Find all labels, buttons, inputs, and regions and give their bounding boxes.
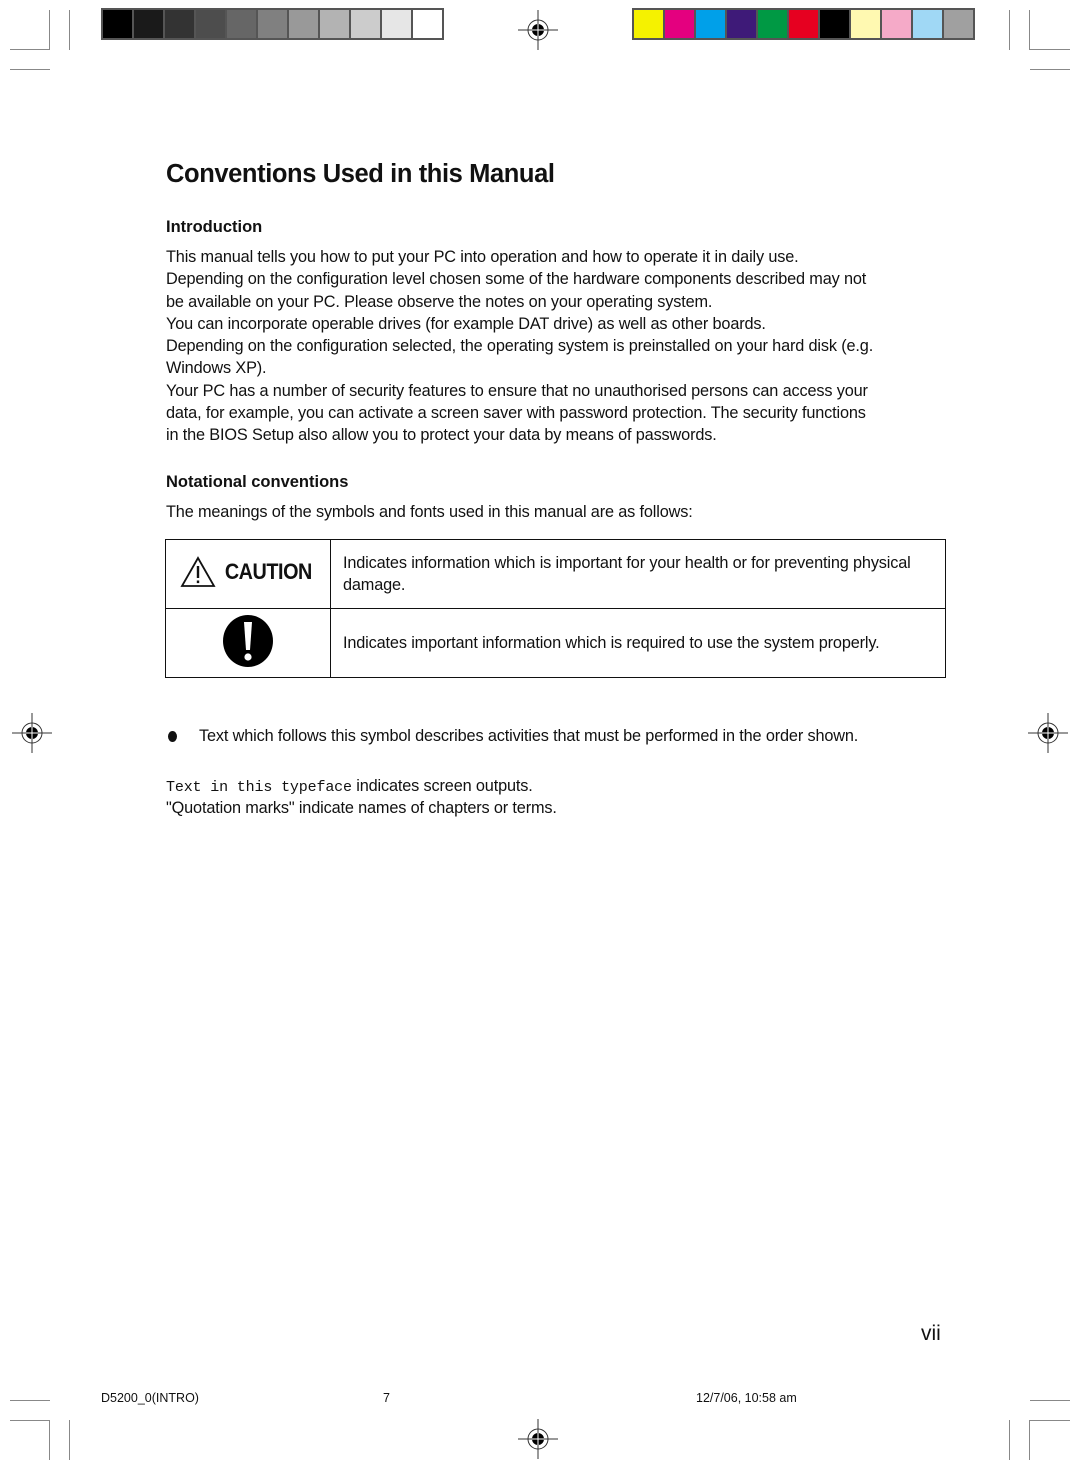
footer-filename: D5200_0(INTRO) (101, 1391, 199, 1405)
grayscale-swatch (196, 10, 225, 38)
crop-mark (1030, 69, 1070, 70)
color-swatch-bar (632, 8, 975, 40)
symbol-table: CAUTION Indicates information which is i… (165, 539, 946, 678)
bullet-icon (168, 731, 177, 742)
grayscale-swatch (258, 10, 287, 38)
grayscale-swatch (382, 10, 411, 38)
intro-line: Windows XP). (166, 359, 267, 378)
quotation-convention: "Quotation marks" indicate names of chap… (166, 799, 557, 817)
intro-line: Depending on the configuration selected,… (166, 337, 874, 356)
color-swatch (696, 10, 725, 38)
typeface-description: indicates screen outputs. (351, 777, 533, 795)
table-row: CAUTION Indicates information which is i… (165, 539, 946, 609)
intro-line: in the BIOS Setup also allow you to prot… (166, 426, 717, 445)
color-swatch (758, 10, 787, 38)
grayscale-swatch (165, 10, 194, 38)
color-swatch (944, 10, 973, 38)
grayscale-swatch (227, 10, 256, 38)
intro-line: data, for example, you can activate a sc… (166, 404, 866, 423)
crop-mark (10, 1420, 50, 1421)
color-swatch (665, 10, 694, 38)
intro-line: be available on your PC. Please observe … (166, 292, 713, 311)
caution-label: CAUTION (224, 558, 312, 584)
symbol-cell: CAUTION (165, 539, 331, 609)
crop-mark (49, 10, 50, 50)
typeface-convention: Text in this typeface indicates screen o… (166, 775, 946, 799)
registration-mark-icon (1028, 713, 1068, 753)
introduction-body: This manual tells you how to put your PC… (166, 246, 946, 447)
crop-mark (1029, 1420, 1030, 1460)
grayscale-swatch (289, 10, 318, 38)
description-cell: Indicates important information which is… (330, 608, 946, 678)
crop-mark (1029, 10, 1030, 50)
footer-timestamp: 12/7/06, 10:58 am (696, 1391, 797, 1405)
registration-mark-icon (518, 10, 558, 50)
crop-mark (69, 10, 70, 50)
caution-icon (180, 555, 216, 587)
registration-mark-icon (518, 1419, 558, 1459)
exclamation-icon (223, 614, 273, 667)
color-swatch (789, 10, 818, 38)
table-row: Indicates important information which is… (165, 608, 946, 678)
intro-line: This manual tells you how to put your PC… (166, 248, 799, 266)
crop-mark (10, 1400, 50, 1401)
notational-intro: The meanings of the symbols and fonts us… (166, 503, 693, 521)
color-swatch (913, 10, 942, 38)
grayscale-swatch-bar (101, 8, 444, 40)
crop-mark (49, 1420, 50, 1460)
bullet-convention: Text which follows this symbol describes… (166, 727, 858, 746)
grayscale-swatch (413, 10, 442, 38)
crop-mark (69, 1420, 70, 1460)
crop-mark (1030, 1400, 1070, 1401)
caution-symbol: CAUTION (180, 555, 317, 588)
color-swatch (727, 10, 756, 38)
crop-mark (1030, 1420, 1070, 1421)
page-title: Conventions Used in this Manual (166, 160, 555, 188)
grayscale-swatch (134, 10, 163, 38)
footer-sheet-number: 7 (383, 1391, 390, 1405)
crop-mark (10, 69, 50, 70)
color-swatch (851, 10, 880, 38)
intro-line: You can incorporate operable drives (for… (166, 314, 766, 333)
grayscale-swatch (103, 10, 132, 38)
description-cell: Indicates information which is important… (330, 539, 946, 609)
grayscale-swatch (320, 10, 349, 38)
typeface-sample: Text in this typeface (166, 779, 352, 796)
color-swatch (882, 10, 911, 38)
symbol-cell (165, 608, 331, 678)
notational-heading: Notational conventions (166, 473, 349, 491)
crop-mark (10, 49, 50, 50)
registration-mark-icon (12, 713, 52, 753)
introduction-heading: Introduction (166, 218, 263, 236)
color-swatch (820, 10, 849, 38)
bullet-text: Text which follows this symbol describes… (199, 727, 859, 745)
crop-mark (1030, 49, 1070, 50)
crop-mark (1009, 10, 1010, 50)
intro-line: Your PC has a number of security feature… (166, 381, 868, 400)
page-number: vii (921, 1322, 941, 1345)
crop-mark (1009, 1420, 1010, 1460)
grayscale-swatch (351, 10, 380, 38)
color-swatch (634, 10, 663, 38)
intro-line: Depending on the configuration level cho… (166, 270, 867, 289)
